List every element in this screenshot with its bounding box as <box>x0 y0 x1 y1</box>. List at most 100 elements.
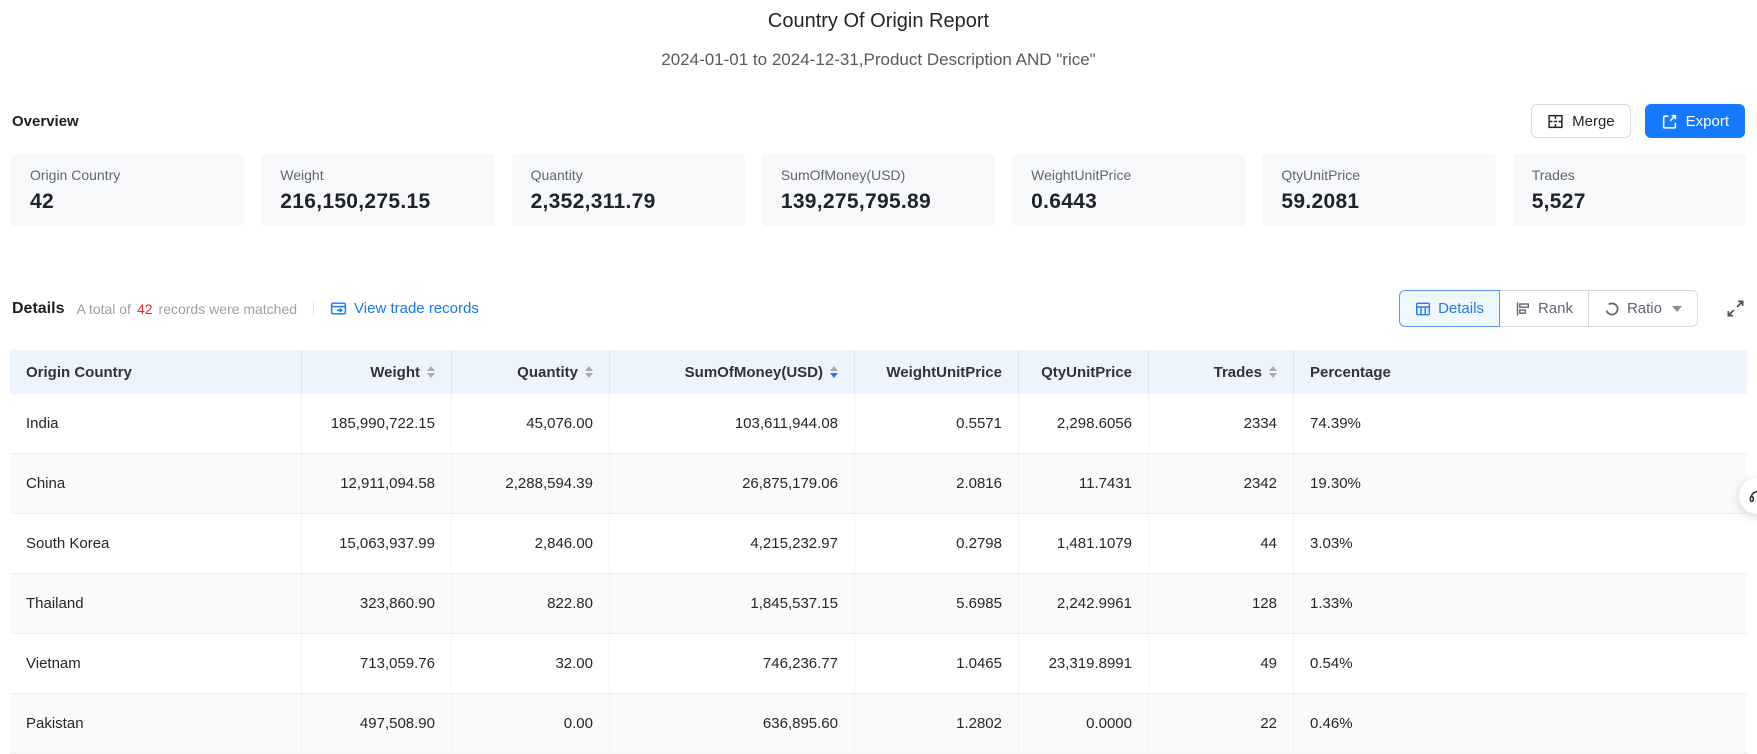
table-cell: Thailand <box>10 574 302 633</box>
column-header-label: Trades <box>1213 363 1262 381</box>
overview-actions: Merge Export <box>1531 104 1745 138</box>
sort-caret-down <box>585 373 593 378</box>
table-cell: 3.03% <box>1310 535 1353 552</box>
rank-icon <box>1515 301 1531 317</box>
stat-card-origin-country: Origin Country 42 <box>11 154 245 226</box>
overview-cards: Origin Country 42 Weight 216,150,275.15 Quan… <box>0 154 1757 226</box>
table-cell: 1.33% <box>1310 595 1353 612</box>
table-row: China 12,911,094.58 2,288,594.39 26,875,179… <box>10 454 1747 514</box>
table-cell: Vietnam <box>10 634 302 693</box>
table-cell: 103,611,944.08 <box>610 394 855 453</box>
stat-card-label: SumOfMoney(USD) <box>780 167 906 183</box>
table-cell: 185,990,722.15 <box>302 394 452 453</box>
stat-card-qtyunitprice: QtyUnitPrice 59.2081 <box>1262 154 1496 226</box>
table-cell: 32.00 <box>452 634 610 693</box>
stat-card-value: 42 <box>30 190 54 213</box>
column-header[interactable]: Quantity <box>452 350 610 394</box>
sort-caret-up <box>830 366 838 371</box>
stat-card-value: 216,150,275.15 <box>280 190 431 213</box>
fullscreen-icon[interactable] <box>1726 299 1745 318</box>
table-cell: 713,059.76 <box>302 634 452 693</box>
table-cell: 822.80 <box>452 574 610 633</box>
column-header-label: Origin Country <box>26 363 132 381</box>
column-header[interactable]: Weight <box>302 350 452 394</box>
details-bar: Details A total of 42 records were match… <box>0 290 1757 327</box>
table-cell: 23,319.8991 <box>1019 634 1149 693</box>
sort-caret-up <box>1269 366 1277 371</box>
tab-rank-label: Rank <box>1537 300 1573 317</box>
tab-ratio[interactable]: Ratio <box>1587 290 1698 327</box>
table-cell: 2,846.00 <box>452 514 610 573</box>
view-trade-records-link[interactable]: View trade records <box>330 300 479 317</box>
sort-caret-down <box>1269 373 1277 378</box>
table-cell: 2342 <box>1149 454 1294 513</box>
table-cell: 49 <box>1149 634 1294 693</box>
column-header: WeightUnitPrice <box>855 350 1019 394</box>
column-header-label: WeightUnitPrice <box>886 363 1002 381</box>
table-cell: 5.6985 <box>855 574 1019 633</box>
sort-icon[interactable] <box>1269 366 1277 378</box>
table-cell: 1,481.1079 <box>1019 514 1149 573</box>
table-cell: 0.2798 <box>855 514 1019 573</box>
sort-icon[interactable] <box>585 366 593 378</box>
overview-heading: Overview <box>12 112 79 130</box>
details-table: Origin Country Weight Quantity SumOfMoney(U… <box>10 350 1747 754</box>
table-cell: 0.54% <box>1310 655 1353 672</box>
stat-card-value: 5,527 <box>1531 190 1586 213</box>
table-cell: China <box>10 454 302 513</box>
summary-count: 42 <box>136 300 153 317</box>
summary-prefix: A total of <box>76 300 131 317</box>
stat-card-weight: Weight 216,150,275.15 <box>261 154 495 226</box>
chevron-down-icon <box>1672 305 1682 312</box>
view-trade-records-label: View trade records <box>354 300 479 317</box>
table-cell: 1,845,537.15 <box>610 574 855 633</box>
column-header[interactable]: SumOfMoney(USD) <box>610 350 855 394</box>
table-cell: 11.7431 <box>1019 454 1149 513</box>
tab-rank[interactable]: Rank <box>1498 290 1589 327</box>
view-switcher: Details Rank Ratio <box>1399 290 1698 327</box>
table-cell: 636,895.60 <box>610 694 855 753</box>
column-header-label: Weight <box>370 363 420 381</box>
table-icon <box>1415 301 1431 317</box>
table-cell: 0.46% <box>1310 715 1353 732</box>
tab-details[interactable]: Details <box>1399 290 1500 327</box>
export-button-label: Export <box>1685 112 1729 130</box>
summary-suffix: records were matched <box>158 300 298 317</box>
stat-card-label: Weight <box>280 167 324 183</box>
column-header[interactable]: Trades <box>1149 350 1294 394</box>
sort-icon[interactable] <box>427 366 435 378</box>
table-row: Pakistan 497,508.90 0.00 636,895.60 1.2802 0.… <box>10 694 1747 754</box>
table-cell: 26,875,179.06 <box>610 454 855 513</box>
column-header: Percentage <box>1294 350 1747 394</box>
table-cell: South Korea <box>10 514 302 573</box>
overview-bar: Overview Merge Export <box>0 104 1757 138</box>
records-summary: A total of 42 records were matched <box>76 301 297 317</box>
table-cell: 45,076.00 <box>452 394 610 453</box>
table-cell: 497,508.90 <box>302 694 452 753</box>
stat-card-sumofmoney-usd-: SumOfMoney(USD) 139,275,795.89 <box>761 154 996 226</box>
table-cell: 0.0000 <box>1019 694 1149 753</box>
table-row: Thailand 323,860.90 822.80 1,845,537.15 5.69… <box>10 574 1747 634</box>
table-body: India 185,990,722.15 45,076.00 103,611,944.… <box>10 394 1747 754</box>
merge-button[interactable]: Merge <box>1531 104 1631 138</box>
merge-icon <box>1547 113 1564 130</box>
stat-card-label: Trades <box>1531 167 1575 183</box>
details-heading: Details <box>12 299 65 317</box>
tab-details-label: Details <box>1438 300 1484 317</box>
table-cell: 19.30% <box>1310 475 1361 492</box>
table-cell: 0.00 <box>452 694 610 753</box>
stat-card-value: 0.6443 <box>1031 190 1098 213</box>
sort-icon[interactable] <box>830 366 838 378</box>
column-header-label: QtyUnitPrice <box>1041 363 1132 381</box>
stat-card-label: Origin Country <box>30 167 121 183</box>
export-icon <box>1661 113 1678 130</box>
stat-card-label: Quantity <box>530 167 583 183</box>
merge-button-label: Merge <box>1572 112 1615 130</box>
column-header-label: Quantity <box>517 363 578 381</box>
headset-icon <box>1748 487 1757 505</box>
table-cell: 44 <box>1149 514 1294 573</box>
ratio-icon <box>1604 301 1620 317</box>
table-cell: 2.0816 <box>855 454 1019 513</box>
table-row: India 185,990,722.15 45,076.00 103,611,944.… <box>10 394 1747 454</box>
export-button[interactable]: Export <box>1644 104 1745 138</box>
